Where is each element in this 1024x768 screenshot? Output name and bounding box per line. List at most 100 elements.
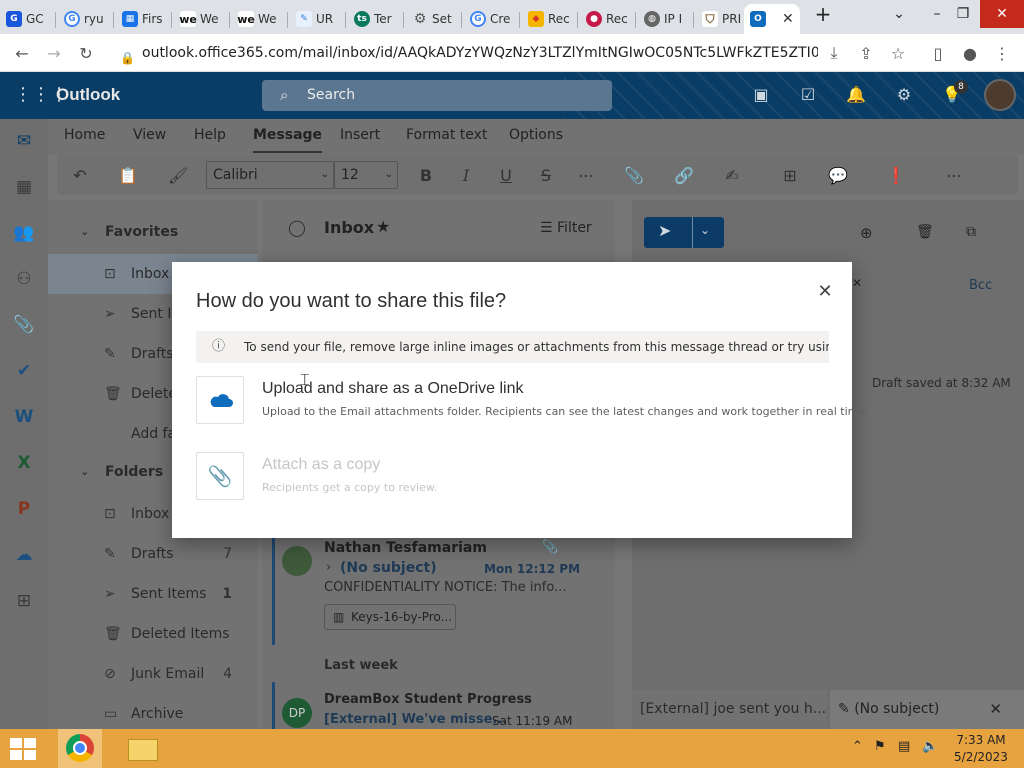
browser-tab[interactable]: ✎ UR: [290, 4, 346, 34]
app-launcher-icon[interactable]: ⋮⋮⋮: [14, 85, 68, 105]
bell-icon[interactable]: 🔔: [845, 84, 867, 106]
italic-icon[interactable]: I: [455, 165, 477, 187]
folder-drafts[interactable]: ✎ Drafts 7: [48, 534, 258, 574]
browser-tab[interactable]: ⚙ Set: [406, 4, 462, 34]
message-item[interactable]: DP DreamBox Student Progress [External] …: [272, 684, 602, 729]
windows-start-icon[interactable]: [8, 736, 38, 762]
tab-search-icon[interactable]: ⌄: [882, 0, 916, 28]
groups-icon[interactable]: ⚇: [12, 267, 36, 291]
filter-button[interactable]: ☰ Filter: [540, 220, 592, 236]
restore-icon[interactable]: ❐: [946, 0, 980, 28]
more-apps-icon[interactable]: ⊞: [12, 589, 36, 613]
favorites-header[interactable]: ⌄ Favorites: [48, 212, 258, 252]
reload-icon[interactable]: ↻: [74, 41, 98, 65]
address-bar[interactable]: 🔒 outlook.office365.com/mail/inbox/id/AAQ…: [112, 41, 818, 65]
search-input[interactable]: ⌕ Search: [262, 80, 612, 111]
send-button[interactable]: ➤ ⌄: [644, 217, 724, 248]
menu-icon[interactable]: ⋮: [990, 41, 1014, 65]
browser-tab[interactable]: we We: [232, 4, 288, 34]
tab-options[interactable]: Options: [509, 127, 563, 143]
bookmark-star-icon[interactable]: ☆: [886, 41, 910, 65]
favorite-star-icon[interactable]: ★: [376, 217, 390, 236]
attach-file-icon[interactable]: 📎: [623, 165, 645, 187]
message-item[interactable]: Nathan Tesfamariam 📎 › (No subject) Mon …: [272, 538, 602, 638]
folder-archive[interactable]: ▭ Archive: [48, 694, 258, 734]
attach-copy-option[interactable]: 📎 Attach as a copy Recipients get a copy…: [196, 452, 816, 502]
onedrive-link-option[interactable]: Upload and share as a OneDrive link Uplo…: [196, 376, 869, 426]
browser-tab[interactable]: ◍ IP I: [638, 4, 694, 34]
back-icon[interactable]: ←: [10, 41, 34, 65]
folder-sent-items[interactable]: ➢ Sent Items 1: [48, 574, 258, 614]
tab-view[interactable]: View: [133, 127, 166, 143]
show-hidden-icons[interactable]: ⌃: [852, 739, 863, 754]
download-icon[interactable]: ⤓: [822, 41, 846, 65]
flag-icon[interactable]: ⚑: [874, 739, 886, 754]
paste-icon[interactable]: 📋: [117, 165, 139, 187]
file-explorer-icon[interactable]: [120, 729, 164, 768]
settings-icon[interactable]: ⚙: [893, 84, 915, 106]
undo-icon[interactable]: ↶: [69, 165, 91, 187]
teams-icon[interactable]: ▣: [750, 84, 772, 106]
mail-icon[interactable]: ✉: [12, 129, 36, 153]
share-icon[interactable]: ⇪: [854, 41, 878, 65]
profile-icon[interactable]: ●: [958, 41, 982, 65]
format-painter-icon[interactable]: 🖌: [167, 165, 189, 187]
discard-icon[interactable]: 🗑: [916, 224, 934, 240]
attachment-icon[interactable]: 📎: [12, 313, 36, 337]
folder-junk-email[interactable]: ⊘ Junk Email 4: [48, 654, 258, 694]
zoom-icon[interactable]: ⊕: [860, 224, 873, 242]
more-format-icon[interactable]: ⋯: [575, 165, 597, 187]
forward-icon[interactable]: →: [42, 41, 66, 65]
tab-insert[interactable]: Insert: [340, 127, 380, 143]
browser-tab[interactable]: ● Rec: [580, 4, 636, 34]
bottom-tab-message[interactable]: [External] joe sent you h...: [632, 690, 827, 729]
folder-deleted-items[interactable]: 🗑 Deleted Items: [48, 614, 258, 654]
underline-icon[interactable]: U: [495, 165, 517, 187]
network-icon[interactable]: ▤: [898, 739, 910, 754]
browser-tab[interactable]: ts Ter: [348, 4, 404, 34]
browser-tab[interactable]: ▦ Firs: [116, 4, 172, 34]
popout-icon[interactable]: ⧉: [966, 224, 976, 240]
signature-icon[interactable]: ✍: [721, 165, 743, 187]
browser-tab[interactable]: we We: [174, 4, 230, 34]
clock[interactable]: 7:33 AM 5/2/2023: [952, 732, 1010, 766]
bcc-button[interactable]: Bcc: [969, 278, 992, 293]
powerpoint-icon[interactable]: P: [12, 497, 36, 521]
bold-icon[interactable]: B: [415, 165, 437, 187]
font-name-select[interactable]: Calibri ⌄: [206, 161, 334, 189]
font-size-select[interactable]: 12 ⌄: [334, 161, 398, 189]
people-icon[interactable]: 👥: [12, 221, 36, 245]
calendar-check-icon[interactable]: ☑: [797, 84, 819, 106]
close-icon[interactable]: ✕: [989, 690, 1002, 729]
select-all-icon[interactable]: ◯: [288, 218, 306, 237]
word-icon[interactable]: W: [12, 405, 36, 429]
more-options-icon[interactable]: ⋯: [943, 165, 965, 187]
importance-icon[interactable]: ❗: [885, 165, 907, 187]
browser-tab[interactable]: ◆ Rec: [522, 4, 578, 34]
close-icon[interactable]: ✕: [813, 280, 837, 304]
attachment-chip[interactable]: ▥ Keys-16-by-Pro...: [324, 604, 456, 630]
todo-icon[interactable]: ✔: [12, 359, 36, 383]
strikethrough-icon[interactable]: S: [535, 165, 557, 187]
avatar[interactable]: [984, 79, 1016, 111]
new-tab-icon[interactable]: +: [806, 0, 840, 28]
apps-icon[interactable]: ⊞: [779, 165, 801, 187]
remove-recipient-icon[interactable]: ✕: [852, 276, 862, 290]
onedrive-icon[interactable]: ☁: [12, 543, 36, 567]
excel-icon[interactable]: X: [12, 451, 36, 475]
tab-help[interactable]: Help: [194, 127, 226, 143]
browser-tab-active[interactable]: O ✕: [744, 4, 800, 34]
calendar-icon[interactable]: ▦: [12, 175, 36, 199]
browser-tab[interactable]: G GC: [0, 4, 56, 34]
chrome-taskbar-icon[interactable]: [58, 729, 102, 768]
volume-muted-icon[interactable]: 🔈: [922, 739, 938, 754]
side-panel-icon[interactable]: ▯: [926, 41, 950, 65]
chevron-right-icon[interactable]: ›: [326, 560, 331, 575]
tab-message[interactable]: Message: [253, 127, 323, 153]
close-tab-icon[interactable]: ✕: [782, 11, 794, 27]
browser-tab[interactable]: G Cre: [464, 4, 520, 34]
tab-format-text[interactable]: Format text: [406, 127, 487, 143]
window-close-icon[interactable]: ✕: [980, 0, 1024, 28]
comment-icon[interactable]: 💬: [827, 165, 849, 187]
browser-tab[interactable]: Gryu: [58, 4, 114, 34]
